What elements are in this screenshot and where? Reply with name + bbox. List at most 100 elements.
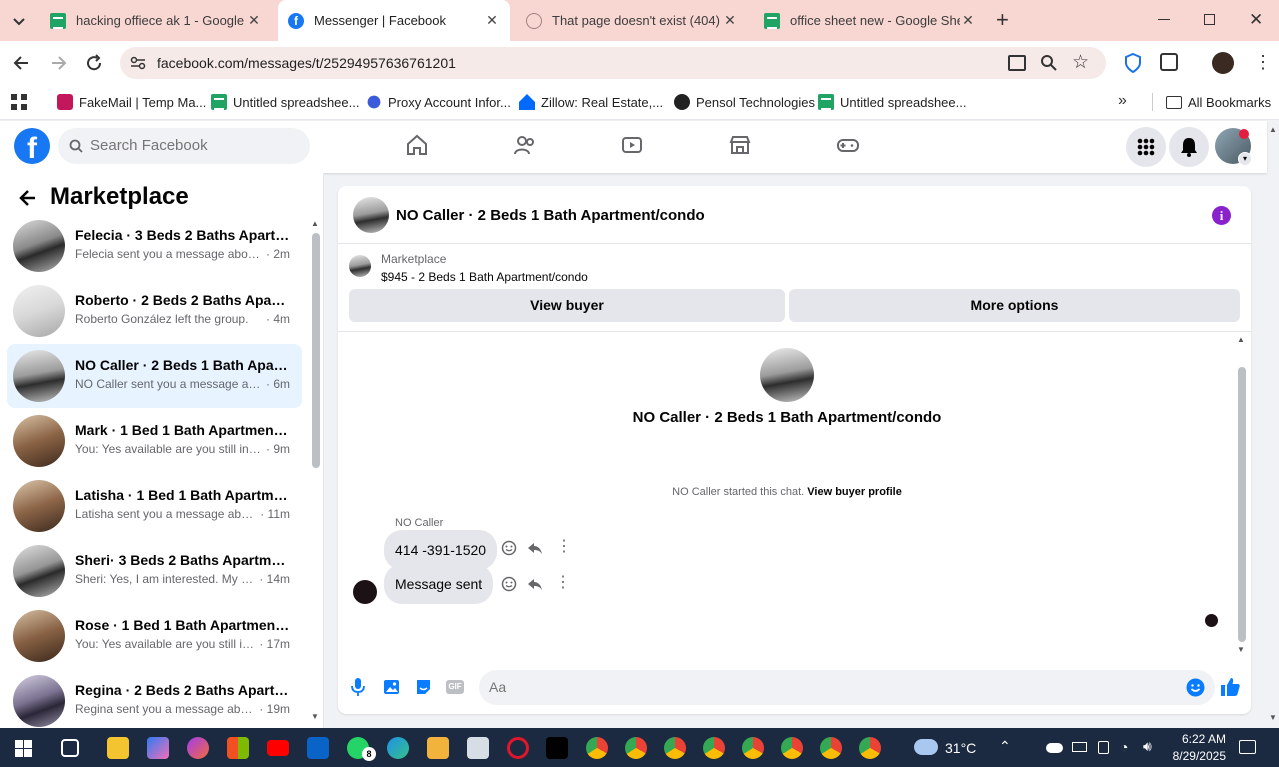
task-view-icon[interactable] — [61, 739, 79, 757]
weather-temperature[interactable]: 31°C — [945, 740, 976, 756]
facebook-search[interactable] — [58, 128, 310, 164]
browser-tab-404[interactable]: That page doesn't exist (404) - F ✕ — [516, 0, 748, 41]
chat-title[interactable]: NO Caller · 2 Beds 1 Bath Apartment/cond… — [396, 207, 705, 224]
outlook-icon[interactable] — [307, 737, 329, 759]
react-emoji-icon[interactable] — [501, 576, 519, 594]
clock-time[interactable]: 6:22 AM — [1170, 732, 1226, 746]
opera-icon[interactable] — [507, 737, 529, 759]
bookmark-star-icon[interactable]: ☆ — [1072, 51, 1089, 74]
reply-icon[interactable] — [527, 576, 545, 594]
bookmark-spreadsheet-2[interactable]: Untitled spreadshee... — [818, 92, 966, 112]
more-options-button[interactable]: More options — [789, 289, 1240, 322]
more-actions-icon[interactable]: ⋮ — [555, 575, 573, 593]
sticker-icon[interactable] — [415, 679, 432, 695]
edge-icon[interactable] — [387, 737, 409, 759]
conversation-row[interactable]: Regina · 2 Beds 2 Baths Apartm... Regina… — [7, 669, 302, 733]
conversation-row[interactable]: Sheri· 3 Beds 2 Baths Apartment... Sheri… — [7, 539, 302, 603]
install-app-icon[interactable] — [1008, 55, 1026, 71]
home-icon[interactable] — [405, 133, 429, 157]
conversation-row[interactable]: Mark · 1 Bed 1 Bath Apartment/... You: Y… — [7, 409, 302, 473]
chat-header-avatar[interactable] — [353, 197, 389, 233]
show-hidden-icons[interactable]: ⌃ — [999, 738, 1011, 755]
chrome-profile-icon[interactable] — [820, 737, 842, 759]
friends-icon[interactable] — [513, 133, 537, 157]
weather-icon[interactable] — [914, 739, 938, 755]
close-tab-icon[interactable]: ✕ — [960, 12, 976, 29]
bookmark-pensol[interactable]: Pensol Technologies — [674, 92, 815, 112]
microsoft-store-icon[interactable] — [227, 737, 249, 759]
scroll-down-arrow[interactable]: ▼ — [311, 712, 319, 721]
panel-scrollbar[interactable] — [312, 233, 320, 468]
notification-center-icon[interactable] — [1239, 740, 1256, 754]
back-arrow-icon[interactable] — [18, 188, 38, 208]
search-input[interactable] — [90, 137, 290, 154]
browser-tab-messenger[interactable]: f Messenger | Facebook ✕ — [278, 0, 510, 41]
youtube-icon[interactable] — [267, 740, 289, 756]
scroll-up-arrow[interactable]: ▲ — [1237, 335, 1245, 344]
chrome-icon[interactable] — [586, 737, 608, 759]
listing-price-title[interactable]: $945 - 2 Beds 1 Bath Apartment/condo — [381, 270, 588, 284]
scroll-down-arrow[interactable]: ▼ — [1237, 645, 1245, 654]
close-tab-icon[interactable]: ✕ — [722, 12, 738, 29]
trophy-app-icon[interactable] — [427, 737, 449, 759]
emoji-icon[interactable] — [1186, 678, 1205, 697]
forward-icon[interactable] — [48, 53, 68, 73]
network-adapter-icon[interactable] — [1098, 741, 1109, 754]
all-bookmarks-button[interactable]: All Bookmarks — [1166, 92, 1271, 112]
page-scroll-up-arrow[interactable]: ▲ — [1269, 125, 1277, 134]
conversation-row[interactable]: Roberto · 2 Beds 2 Baths Apart... Robert… — [7, 279, 302, 343]
minimize-window-icon[interactable] — [1158, 19, 1170, 20]
gif-icon[interactable]: GIF — [446, 680, 464, 694]
menu-grid-button[interactable] — [1126, 127, 1166, 167]
gaming-icon[interactable] — [836, 133, 860, 157]
view-buyer-button[interactable]: View buyer — [349, 289, 785, 322]
onedrive-icon[interactable] — [1046, 743, 1063, 753]
extensions-puzzle-icon[interactable] — [1160, 53, 1178, 71]
conversation-row-selected[interactable]: NO Caller · 2 Beds 1 Bath Apart... NO Ca… — [7, 344, 302, 408]
restore-window-icon[interactable] — [1204, 14, 1215, 25]
message-composer[interactable] — [479, 670, 1215, 705]
notifications-button[interactable] — [1169, 127, 1209, 167]
conversation-row[interactable]: Felecia · 3 Beds 2 Baths Apartm... Felec… — [7, 214, 302, 278]
file-explorer-icon[interactable] — [107, 737, 129, 759]
wifi-icon[interactable]: ◔ — [1120, 739, 1128, 755]
profile-avatar[interactable] — [1212, 52, 1234, 74]
tiktok-icon[interactable] — [546, 737, 568, 759]
browser-menu-icon[interactable]: ⋮ — [1254, 53, 1272, 71]
chrome-profile-icon[interactable] — [859, 737, 881, 759]
back-icon[interactable] — [12, 53, 32, 73]
bookmark-spreadsheet-1[interactable]: Untitled spreadshee... — [211, 92, 359, 112]
zoom-icon[interactable] — [1040, 54, 1058, 72]
conversation-row[interactable]: Latisha · 1 Bed 1 Bath Apartment... Lati… — [7, 474, 302, 538]
reply-icon[interactable] — [527, 540, 545, 558]
close-window-icon[interactable]: ✕ — [1249, 10, 1263, 30]
chrome-profile-icon[interactable] — [781, 737, 803, 759]
message-bubble[interactable]: Message sent — [384, 564, 494, 604]
info-icon[interactable]: i — [1212, 206, 1231, 225]
chrome-profile-icon[interactable] — [742, 737, 764, 759]
site-info-icon[interactable] — [130, 56, 146, 70]
chrome-profile-icon[interactable] — [625, 737, 647, 759]
battery-icon[interactable] — [1072, 742, 1087, 752]
shield-extension-icon[interactable] — [1124, 52, 1142, 74]
bookmark-fakemail[interactable]: FakeMail | Temp Ma... — [57, 92, 206, 112]
windows-start-icon[interactable] — [15, 740, 32, 757]
react-emoji-icon[interactable] — [501, 540, 519, 558]
app-icon[interactable] — [187, 737, 209, 759]
apps-grid-icon[interactable] — [11, 94, 27, 110]
chrome-profile-icon[interactable] — [664, 737, 686, 759]
view-buyer-profile-link[interactable]: View buyer profile — [807, 486, 902, 498]
facebook-logo[interactable]: f — [14, 128, 50, 164]
scroll-up-arrow[interactable]: ▲ — [311, 219, 319, 228]
more-bookmarks-icon[interactable]: » — [1118, 92, 1127, 110]
chrome-profile-icon[interactable] — [703, 737, 725, 759]
account-chevron-icon[interactable]: ▾ — [1238, 152, 1252, 166]
more-actions-icon[interactable]: ⋮ — [556, 539, 574, 557]
chat-scrollbar[interactable] — [1238, 367, 1246, 642]
photo-icon[interactable] — [383, 679, 400, 695]
page-scroll-down-arrow[interactable]: ▼ — [1269, 713, 1277, 722]
message-input[interactable] — [489, 679, 1169, 695]
reload-icon[interactable] — [84, 53, 104, 73]
clock-date[interactable]: 8/29/2025 — [1166, 749, 1226, 763]
browser-tab-sheets-1[interactable]: hacking offiece ak 1 - Google Sh ✕ — [40, 0, 272, 41]
